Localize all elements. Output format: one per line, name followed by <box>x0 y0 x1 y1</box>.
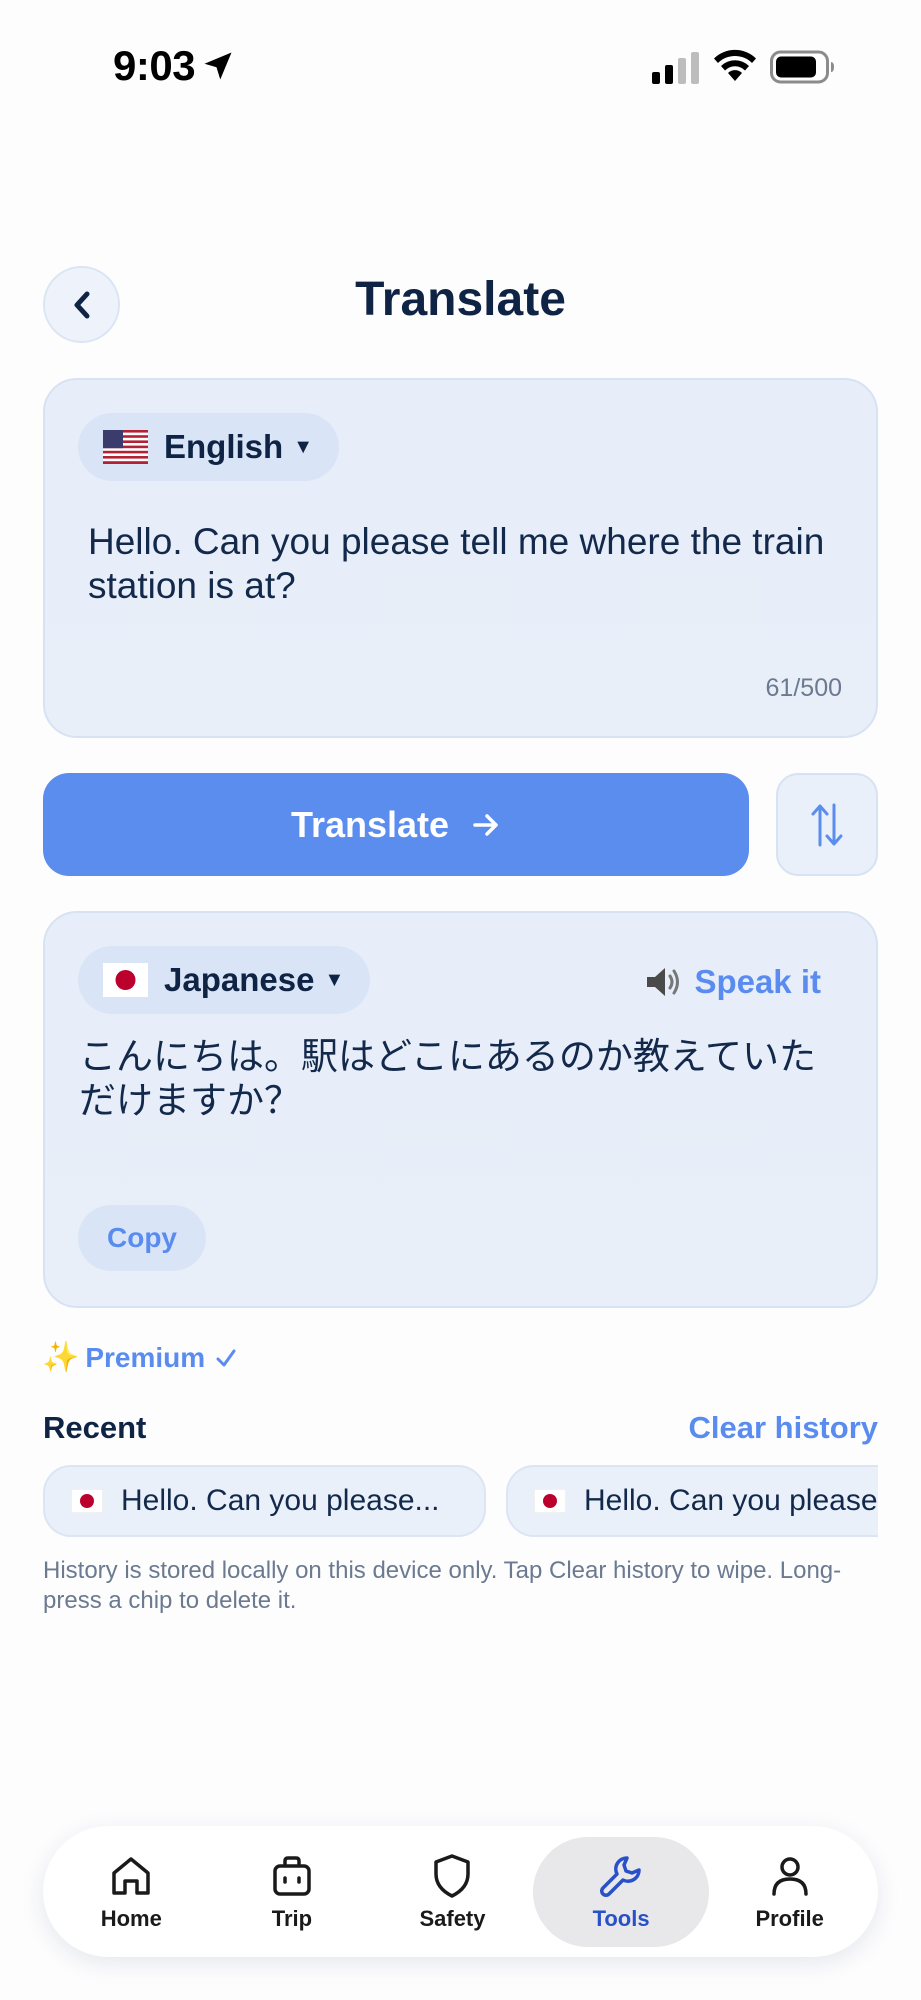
speaker-icon <box>647 968 680 996</box>
status-bar: 9:03 <box>0 0 921 130</box>
person-icon <box>771 1856 808 1896</box>
tab-trip[interactable]: Trip <box>212 1837 372 1947</box>
page-title: Translate <box>355 273 566 326</box>
status-time: 9:03 <box>113 42 196 89</box>
premium-badge: ✨ Premium <box>42 1340 237 1375</box>
tab-tools[interactable]: Tools <box>533 1836 710 1947</box>
tab-home[interactable]: Home <box>51 1837 211 1947</box>
tab-home-label: Home <box>100 1905 162 1931</box>
source-card: English ▼ Hello. Can you please tell me … <box>43 378 878 738</box>
bottom-tab-bar: Home Trip Safety Tools Profile <box>43 1826 878 1957</box>
premium-label: Premium <box>85 1341 206 1373</box>
sparkles-icon: ✨ <box>42 1341 80 1374</box>
location-arrow-icon <box>204 52 232 80</box>
wifi-icon <box>714 49 756 81</box>
copy-button[interactable]: Copy <box>78 1205 206 1271</box>
speak-it-button[interactable]: Speak it <box>644 963 821 1001</box>
caret-down-icon: ▼ <box>324 968 345 991</box>
target-card: Japanese ▼ Speak it こんにちは。駅はどこにあるのか教えていた… <box>43 911 878 1308</box>
us-flag-icon <box>103 430 148 464</box>
arrow-right-icon <box>473 813 498 836</box>
japan-flag-icon <box>534 1489 566 1513</box>
clear-history-button[interactable]: Clear history <box>688 1410 878 1446</box>
swap-languages-button[interactable] <box>776 773 878 876</box>
wrench-icon <box>600 1855 641 1897</box>
japan-flag-icon <box>103 963 148 997</box>
cellular-signal-icon <box>652 52 699 84</box>
recent-chip-text: Hello. Can you please... <box>584 1484 878 1517</box>
home-icon <box>112 1856 151 1895</box>
translate-screen: 9:03 Translate English ▼ Hello. Can you … <box>0 0 921 2000</box>
tab-tools-label: Tools <box>592 1905 650 1931</box>
recent-heading: Recent <box>43 1410 147 1445</box>
swap-vertical-icon <box>811 803 843 846</box>
tab-safety[interactable]: Safety <box>372 1837 532 1947</box>
source-text-input[interactable]: Hello. Can you please tell me where the … <box>88 520 848 608</box>
tab-profile-label: Profile <box>755 1905 824 1931</box>
recent-chip[interactable]: Hello. Can you please... <box>506 1465 878 1537</box>
battery-icon <box>770 50 834 84</box>
tab-profile[interactable]: Profile <box>710 1837 870 1947</box>
speak-it-label: Speak it <box>694 963 821 1000</box>
shield-icon <box>434 1853 471 1898</box>
translate-button[interactable]: Translate <box>43 773 749 876</box>
tab-safety-label: Safety <box>419 1905 486 1931</box>
source-language-label: English <box>164 428 284 465</box>
recent-chip-text: Hello. Can you please... <box>121 1484 440 1517</box>
translated-text: こんにちは。駅はどこにあるのか教えていただけますか？ <box>79 1036 817 1121</box>
char-count: 61/500 <box>765 674 842 702</box>
japan-flag-icon <box>71 1489 103 1513</box>
briefcase-icon <box>273 1855 311 1896</box>
recent-chip[interactable]: Hello. Can you please... <box>43 1465 486 1537</box>
source-language-selector[interactable]: English ▼ <box>78 413 339 481</box>
target-language-label: Japanese <box>164 961 315 998</box>
tab-trip-label: Trip <box>271 1905 313 1931</box>
target-language-selector[interactable]: Japanese ▼ <box>78 946 371 1014</box>
translate-button-label: Translate <box>290 803 450 845</box>
checkmark-icon <box>216 1349 236 1366</box>
recent-chips-scroller[interactable]: Hello. Can you please... Hello. Can you … <box>43 1465 878 1539</box>
recent-chips-track: Hello. Can you please... Hello. Can you … <box>43 1465 878 1537</box>
caret-down-icon: ▼ <box>293 435 313 458</box>
history-note: History is stored locally on this device… <box>43 1557 842 1614</box>
